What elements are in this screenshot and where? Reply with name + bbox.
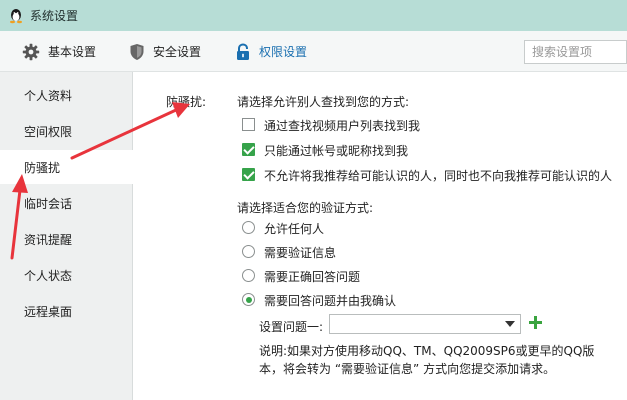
note-line-1: 说明:如果对方使用移动QQ、TM、QQ2009SP6或更早的QQ版 <box>259 344 595 358</box>
tab-security-settings[interactable]: 安全设置 <box>129 31 201 72</box>
lock-icon <box>237 42 249 60</box>
sidebar-item-news-alert[interactable]: 资讯提醒 <box>0 222 133 256</box>
tab-basic-settings[interactable]: 基本设置 <box>22 31 96 72</box>
allow-anyone-label[interactable]: 允许任何人 <box>264 220 324 237</box>
gear-icon <box>22 43 40 60</box>
sidebar-item-profile[interactable]: 个人资料 <box>0 78 133 112</box>
find-video-list-checkbox[interactable] <box>242 118 255 131</box>
title-bar: 系统设置 <box>0 0 627 31</box>
no-recommend-label[interactable]: 不允许将我推荐给可能认识的人，同时也不向我推荐可能认识的人 <box>264 167 612 184</box>
verify-method-prompt: 请选择适合您的验证方式: <box>237 201 374 215</box>
question-one-label: 设置问题一: <box>259 320 324 334</box>
find-method-prompt: 请选择允许别人查找到您的方式: <box>237 95 410 109</box>
require-correct-answer-radio[interactable] <box>242 269 255 282</box>
require-correct-answer-label[interactable]: 需要正确回答问题 <box>264 268 360 285</box>
question-one-select[interactable] <box>329 314 521 334</box>
settings-panel: 防骚扰: 请选择允许别人查找到您的方式: 通过查找视频用户列表找到我 只能通过帐… <box>134 72 627 400</box>
shield-icon <box>130 43 144 60</box>
sidebar-item-personal-status[interactable]: 个人状态 <box>0 258 133 292</box>
allow-anyone-radio[interactable] <box>242 221 255 234</box>
tab-basic-settings-label: 基本设置 <box>48 45 97 59</box>
find-video-list-label[interactable]: 通过查找视频用户列表找到我 <box>264 117 420 134</box>
window-title: 系统设置 <box>30 9 79 23</box>
find-by-account-checkbox[interactable] <box>242 143 255 156</box>
sidebar-item-space-permission[interactable]: 空间权限 <box>0 114 133 148</box>
sidebar-item-remote-desktop[interactable]: 远程桌面 <box>0 294 133 328</box>
sidebar: 个人资料 空间权限 防骚扰 临时会话 资讯提醒 个人状态 远程桌面 <box>0 72 134 400</box>
note-line-2: 本，将会转为 “需要验证信息” 方式向您提交添加请求。 <box>259 362 556 376</box>
qq-penguin-icon <box>10 8 22 23</box>
sidebar-item-temp-session[interactable]: 临时会话 <box>0 186 133 220</box>
find-by-account-label[interactable]: 只能通过帐号或昵称找到我 <box>264 142 408 159</box>
add-question-icon[interactable] <box>529 316 542 329</box>
tab-security-settings-label: 安全设置 <box>153 45 202 59</box>
tab-permission-settings[interactable]: 权限设置 <box>235 31 307 72</box>
section-label: 防骚扰: <box>166 95 207 109</box>
sidebar-item-anti-harassment[interactable]: 防骚扰 <box>0 150 134 184</box>
require-answer-confirm-label[interactable]: 需要回答问题并由我确认 <box>264 292 396 309</box>
require-verify-info-label[interactable]: 需要验证信息 <box>264 244 336 261</box>
require-verify-info-radio[interactable] <box>242 245 255 258</box>
search-input[interactable] <box>524 40 627 64</box>
tab-permission-settings-label: 权限设置 <box>259 45 308 59</box>
require-answer-confirm-radio[interactable] <box>242 293 255 306</box>
no-recommend-checkbox[interactable] <box>242 168 255 181</box>
chevron-down-icon <box>505 321 515 327</box>
